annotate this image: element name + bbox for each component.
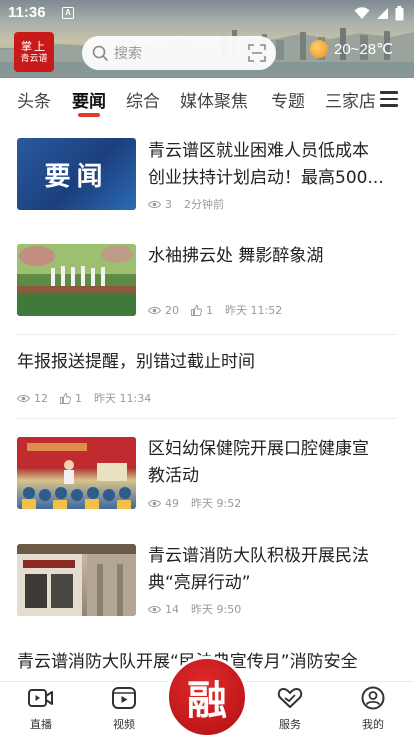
tab-yaowen[interactable]: 要闻 bbox=[72, 87, 106, 112]
tab-zhuanti[interactable]: 专题 bbox=[271, 87, 305, 112]
scan-icon[interactable] bbox=[248, 44, 266, 62]
news-title: 区妇幼保健院开展口腔健康宣 教活动 bbox=[148, 436, 400, 490]
nav-mine[interactable]: 我的 bbox=[343, 686, 403, 732]
view-count: 20 bbox=[165, 303, 179, 317]
sunny-icon bbox=[310, 40, 328, 58]
eye-icon bbox=[148, 499, 161, 507]
nav-live[interactable]: 直播 bbox=[11, 686, 71, 732]
title-line: 典“亮屏行动” bbox=[148, 573, 251, 593]
logo-line2: 青云谱 bbox=[20, 53, 48, 64]
signal-icon bbox=[377, 7, 388, 19]
news-meta: 20 1 昨天 11:52 bbox=[148, 302, 294, 318]
sim-icon: A bbox=[62, 7, 74, 19]
news-item[interactable]: 区妇幼保健院开展口腔健康宣 教活动 49 昨天 9:52 bbox=[0, 420, 414, 526]
title-line: 青云谱区就业困难人员低成本 bbox=[148, 141, 369, 161]
search-icon bbox=[92, 45, 108, 61]
tab-zonghe[interactable]: 综合 bbox=[126, 87, 160, 112]
storefront-photo bbox=[17, 544, 136, 616]
status-bar: 11:36 A bbox=[0, 0, 414, 26]
news-meta: 49 昨天 9:52 bbox=[148, 495, 253, 511]
service-heart-icon bbox=[277, 687, 303, 708]
news-thumbnail bbox=[17, 437, 136, 509]
like-count: 1 bbox=[75, 391, 82, 405]
view-count: 14 bbox=[165, 602, 179, 616]
news-meta: 14 昨天 9:50 bbox=[148, 601, 253, 617]
tab-meiti-jujiao[interactable]: 媒体聚焦 bbox=[180, 87, 248, 112]
user-profile-icon bbox=[361, 686, 385, 710]
category-tabs: 头条 要闻 综合 媒体聚焦 专题 三家店 bbox=[0, 78, 414, 122]
news-title: 青云谱消防大队积极开展民法 典“亮屏行动” bbox=[148, 543, 400, 597]
logo-line1: 掌上 bbox=[21, 39, 47, 53]
publish-time: 2分钟前 bbox=[184, 198, 224, 211]
dancers-photo bbox=[17, 244, 136, 316]
children-event-photo bbox=[17, 437, 136, 509]
thumbnail-label: 要闻 bbox=[44, 161, 109, 192]
news-thumbnail bbox=[17, 244, 136, 316]
publish-time: 昨天 9:50 bbox=[191, 603, 242, 616]
nav-video[interactable]: 视频 bbox=[94, 686, 154, 732]
news-thumbnail bbox=[17, 544, 136, 616]
nav-video-label: 视频 bbox=[113, 718, 135, 731]
search-bar[interactable]: 搜索 bbox=[82, 36, 276, 70]
thumbs-up-icon bbox=[60, 392, 71, 404]
app-header: 11:36 A 掌上 青云谱 搜索 20~28℃ bbox=[0, 0, 414, 78]
weather-widget[interactable]: 20~28℃ bbox=[310, 40, 393, 58]
eye-icon bbox=[148, 605, 161, 613]
divider bbox=[17, 418, 397, 419]
view-count: 12 bbox=[34, 391, 48, 405]
news-thumbnail: 要闻 bbox=[17, 138, 136, 210]
news-item[interactable]: 年报报送提醒，别错过截止时间 12 1 昨天 11:34 bbox=[0, 335, 414, 417]
thumbs-up-icon bbox=[191, 304, 202, 316]
nav-service-label: 服务 bbox=[279, 718, 301, 731]
title-line: 教活动 bbox=[148, 466, 199, 486]
news-title: 年报报送提醒，别错过截止时间 bbox=[17, 349, 397, 376]
title-line: 区妇幼保健院开展口腔健康宣 bbox=[148, 439, 369, 459]
nav-mine-label: 我的 bbox=[362, 718, 384, 731]
nav-service[interactable]: 服务 bbox=[260, 686, 320, 732]
like-count: 1 bbox=[206, 303, 213, 317]
title-line: 青云谱消防大队积极开展民法 bbox=[148, 546, 369, 566]
title-line: 创业扶持计划启动！最高500... bbox=[148, 168, 384, 188]
nav-live-label: 直播 bbox=[30, 718, 52, 731]
title-line: 水袖拂云处 舞影醉象湖 bbox=[148, 246, 324, 266]
view-count: 49 bbox=[165, 496, 179, 510]
eye-icon bbox=[148, 306, 161, 314]
menu-icon[interactable] bbox=[380, 91, 398, 107]
news-item[interactable]: 水袖拂云处 舞影醉象湖 20 1 昨天 11:52 bbox=[0, 232, 414, 334]
news-meta: 3 2分钟前 bbox=[148, 196, 236, 212]
center-button-glyph: 融 bbox=[187, 677, 227, 724]
news-item[interactable]: 要闻 青云谱区就业困难人员低成本 创业扶持计划启动！最高500... 3 2分钟… bbox=[0, 122, 414, 232]
live-camera-icon bbox=[28, 689, 53, 707]
tab-toutiao[interactable]: 头条 bbox=[17, 87, 51, 112]
app-logo[interactable]: 掌上 青云谱 bbox=[14, 32, 54, 72]
news-title: 水袖拂云处 舞影醉象湖 bbox=[148, 243, 400, 270]
publish-time: 昨天 11:34 bbox=[94, 392, 152, 405]
search-placeholder: 搜索 bbox=[114, 46, 142, 62]
publish-time: 昨天 11:52 bbox=[225, 304, 283, 317]
battery-icon bbox=[395, 5, 404, 20]
news-item[interactable]: 青云谱消防大队积极开展民法 典“亮屏行动” 14 昨天 9:50 bbox=[0, 527, 414, 631]
status-time: 11:36 bbox=[8, 4, 46, 21]
publish-time: 昨天 9:52 bbox=[191, 497, 242, 510]
news-title: 青云谱区就业困难人员低成本 创业扶持计划启动！最高500... bbox=[148, 138, 400, 192]
center-media-button[interactable]: 融 bbox=[166, 656, 248, 737]
view-count: 3 bbox=[165, 197, 172, 211]
active-tab-indicator bbox=[78, 113, 100, 117]
tab-sanjiadian[interactable]: 三家店 bbox=[325, 87, 376, 112]
system-icons bbox=[354, 5, 404, 21]
news-meta: 12 1 昨天 11:34 bbox=[17, 390, 163, 406]
title-line: 年报报送提醒，别错过截止时间 bbox=[17, 352, 255, 372]
wifi-icon bbox=[354, 6, 370, 19]
video-icon bbox=[112, 687, 136, 709]
eye-icon bbox=[148, 200, 161, 208]
weather-temperature: 20~28℃ bbox=[334, 41, 393, 58]
eye-icon bbox=[17, 394, 30, 402]
